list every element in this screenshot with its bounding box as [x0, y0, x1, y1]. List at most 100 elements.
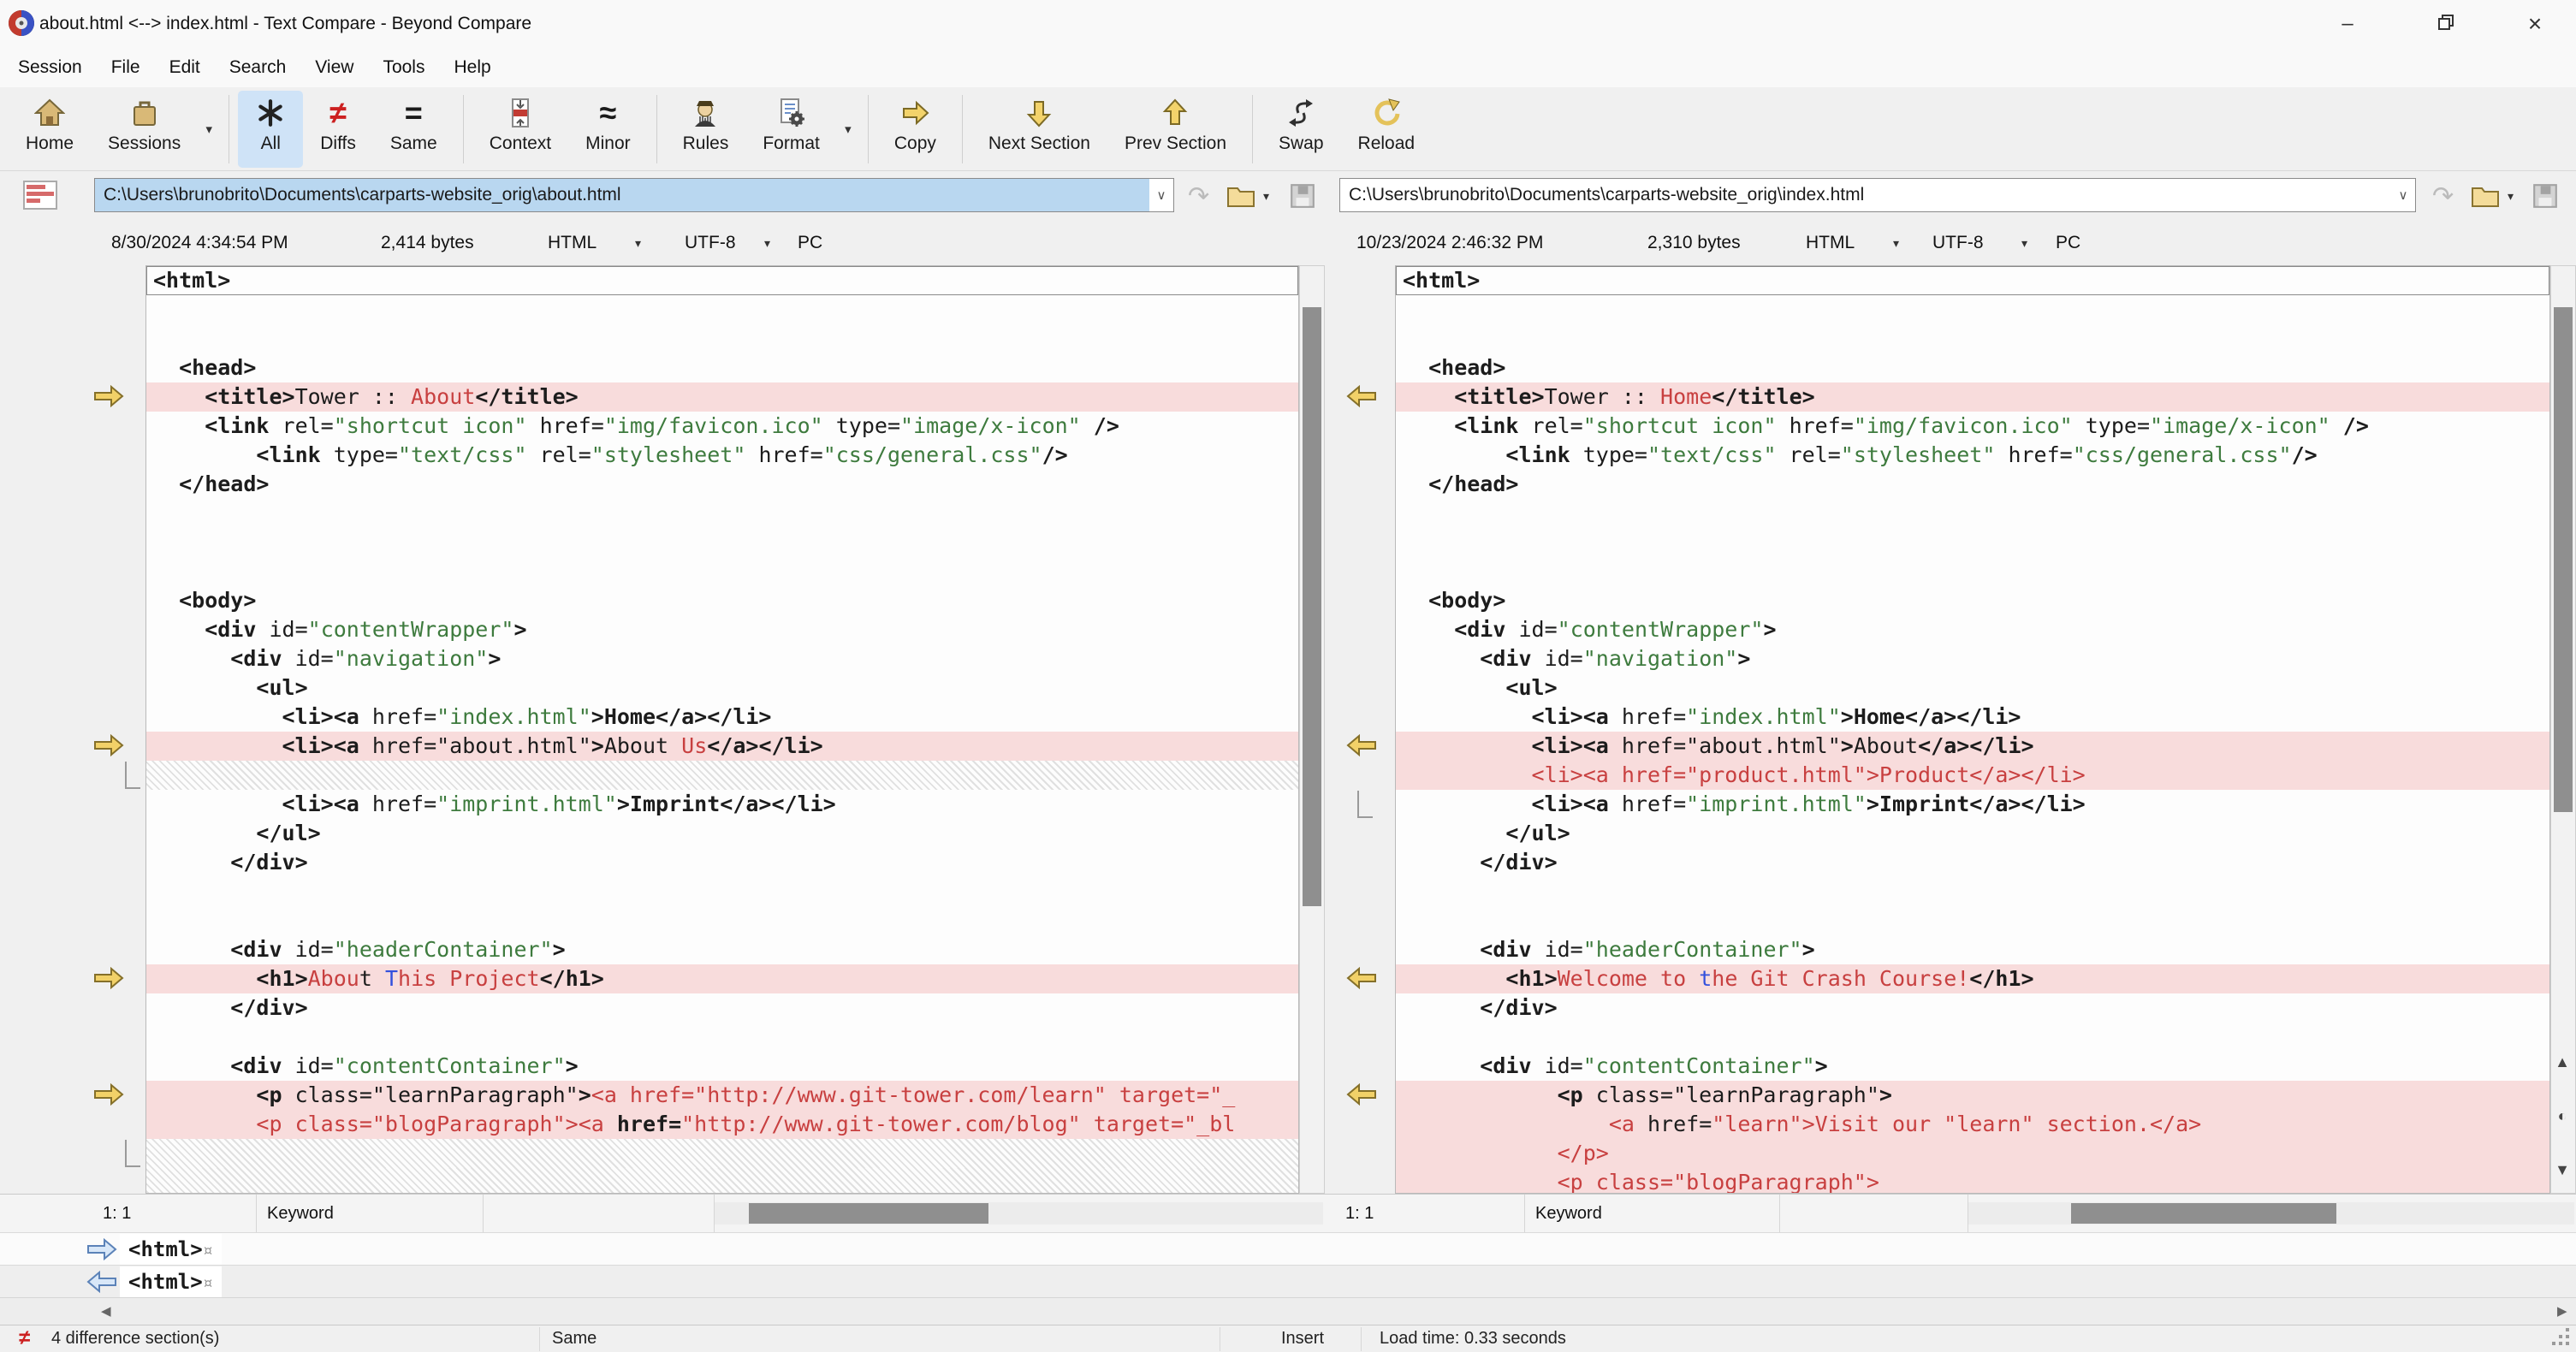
- inspector-horizontal-scrollbar[interactable]: ◀ ▶: [0, 1297, 2576, 1325]
- code-line[interactable]: <p class="learnParagraph">: [1396, 1081, 2549, 1110]
- code-line[interactable]: <p class="blogParagraph">: [1396, 1168, 2549, 1193]
- prev-diff-mark-icon[interactable]: ▲: [2551, 1053, 2573, 1071]
- code-line[interactable]: <html>: [146, 266, 1298, 295]
- menu-item-session[interactable]: Session: [3, 48, 97, 87]
- code-line[interactable]: [146, 877, 1298, 906]
- code-line[interactable]: <div id="headerContainer">: [1396, 935, 2549, 964]
- menu-item-edit[interactable]: Edit: [155, 48, 215, 87]
- toolbar-minor-button[interactable]: ≈ Minor: [568, 91, 648, 168]
- code-line[interactable]: <div id="contentContainer">: [146, 1052, 1298, 1081]
- toolbar-context-button[interactable]: Context: [472, 91, 568, 168]
- code-line[interactable]: </div>: [1396, 993, 2549, 1023]
- code-line[interactable]: <li><a href="imprint.html">Imprint</a></…: [1396, 790, 2549, 819]
- minimize-button[interactable]: –: [2306, 0, 2389, 48]
- right-code-pane[interactable]: <html> <head> <title>Tower :: Home</titl…: [1395, 265, 2550, 1194]
- code-line[interactable]: <li><a href="about.html">About Us</a></l…: [146, 732, 1298, 761]
- copy-to-left-arrow-icon[interactable]: [1345, 1082, 1378, 1110]
- resize-grip[interactable]: [2566, 1342, 2569, 1345]
- left-encoding-dropdown-icon[interactable]: ▾: [764, 221, 770, 265]
- copy-to-right-arrow-icon[interactable]: [92, 966, 125, 993]
- code-line[interactable]: </div>: [146, 848, 1298, 877]
- code-line[interactable]: [1396, 499, 2549, 528]
- right-path-dropdown-icon[interactable]: ∨: [2391, 187, 2415, 203]
- toolbar-format-dropdown-icon[interactable]: ▾: [837, 92, 859, 166]
- copy-to-right-arrow-icon[interactable]: [92, 1082, 125, 1110]
- code-line[interactable]: <ul>: [1396, 673, 2549, 703]
- code-line[interactable]: <li><a href="about.html">About</a></li>: [1396, 732, 2549, 761]
- code-line[interactable]: [146, 1168, 1298, 1193]
- left-path-dropdown-icon[interactable]: ∨: [1149, 187, 1173, 203]
- right-encoding-select[interactable]: UTF-8: [1932, 221, 1984, 265]
- menu-item-tools[interactable]: Tools: [368, 48, 439, 87]
- code-line[interactable]: [146, 1023, 1298, 1052]
- code-line[interactable]: <head>: [146, 353, 1298, 382]
- code-line[interactable]: </div>: [1396, 848, 2549, 877]
- left-code-pane[interactable]: <html> <head> <title>Tower :: About</tit…: [145, 265, 1299, 1194]
- copy-to-left-arrow-icon[interactable]: [1345, 384, 1378, 412]
- code-line[interactable]: [146, 761, 1298, 790]
- left-open-parent-icon[interactable]: ↷: [1188, 181, 1209, 211]
- left-format-select[interactable]: HTML: [548, 221, 597, 265]
- code-line[interactable]: [146, 1139, 1298, 1168]
- right-path-combo[interactable]: C:\Users\brunobrito\Documents\carparts-w…: [1339, 178, 2416, 212]
- toolbar-sessions-button[interactable]: Sessions: [91, 91, 198, 168]
- right-save-icon[interactable]: [2531, 181, 2559, 211]
- toolbar-sessions-dropdown-icon[interactable]: ▾: [198, 92, 220, 166]
- code-line[interactable]: [146, 557, 1298, 586]
- left-hscroll-thumb[interactable]: [749, 1203, 988, 1224]
- code-line[interactable]: <h1>Welcome to the Git Crash Course!</h1…: [1396, 964, 2549, 993]
- code-line[interactable]: </ul>: [146, 819, 1298, 848]
- code-line[interactable]: <p class="learnParagraph"><a href="http:…: [146, 1081, 1298, 1110]
- menu-item-file[interactable]: File: [97, 48, 155, 87]
- toolbar-diffs-button[interactable]: ≠ Diffs: [303, 91, 373, 168]
- code-line[interactable]: [146, 324, 1298, 353]
- right-horizontal-scrollbar[interactable]: [1968, 1202, 2574, 1225]
- left-encoding-select[interactable]: UTF-8: [685, 221, 736, 265]
- code-line[interactable]: <title>Tower :: About</title>: [146, 382, 1298, 412]
- next-diff-mark-icon[interactable]: ▼: [2551, 1161, 2573, 1179]
- code-line[interactable]: <ul>: [146, 673, 1298, 703]
- copy-to-left-arrow-icon[interactable]: [1345, 733, 1378, 761]
- code-line[interactable]: [1396, 295, 2549, 324]
- toolbar-prev-section-button[interactable]: Prev Section: [1107, 91, 1243, 168]
- left-horizontal-scrollbar[interactable]: [715, 1202, 1323, 1225]
- code-line[interactable]: [1396, 906, 2549, 935]
- copy-to-right-arrow-icon[interactable]: [92, 733, 125, 761]
- code-line[interactable]: [1396, 1023, 2549, 1052]
- left-browse-dropdown-icon[interactable]: ▾: [1263, 181, 1269, 211]
- toolbar-home-button[interactable]: Home: [9, 91, 91, 168]
- scroll-left-icon[interactable]: ◀: [101, 1298, 111, 1325]
- code-line[interactable]: <p class="blogParagraph"><a href="http:/…: [146, 1110, 1298, 1139]
- close-button[interactable]: ×: [2494, 0, 2576, 48]
- code-line[interactable]: <li><a href="index.html">Home</a></li>: [1396, 703, 2549, 732]
- restore-button[interactable]: [2405, 0, 2487, 48]
- code-line[interactable]: <link type="text/css" rel="stylesheet" h…: [146, 441, 1298, 470]
- code-line[interactable]: <body>: [146, 586, 1298, 615]
- right-browse-folder-icon[interactable]: [2470, 181, 2501, 211]
- code-line[interactable]: </ul>: [1396, 819, 2549, 848]
- code-line[interactable]: <div id="navigation">: [1396, 644, 2549, 673]
- code-line[interactable]: <link rel="shortcut icon" href="img/favi…: [146, 412, 1298, 441]
- code-line[interactable]: [1396, 557, 2549, 586]
- code-line[interactable]: <div id="contentWrapper">: [146, 615, 1298, 644]
- right-hscroll-thumb[interactable]: [2071, 1203, 2336, 1224]
- code-line[interactable]: <div id="navigation">: [146, 644, 1298, 673]
- code-line[interactable]: <div id="contentWrapper">: [1396, 615, 2549, 644]
- right-format-select[interactable]: HTML: [1806, 221, 1855, 265]
- menu-item-view[interactable]: View: [300, 48, 368, 87]
- menu-item-help[interactable]: Help: [439, 48, 505, 87]
- code-line[interactable]: <div id="contentContainer">: [1396, 1052, 2549, 1081]
- menu-item-search[interactable]: Search: [215, 48, 301, 87]
- code-line[interactable]: <link type="text/css" rel="stylesheet" h…: [1396, 441, 2549, 470]
- code-line[interactable]: </div>: [146, 993, 1298, 1023]
- code-line[interactable]: <a href="learn">Visit our "learn" sectio…: [1396, 1110, 2549, 1139]
- left-format-dropdown-icon[interactable]: ▾: [635, 221, 641, 265]
- toolbar-format-button[interactable]: Format: [745, 91, 837, 168]
- toolbar-rules-button[interactable]: Rules: [666, 91, 746, 168]
- code-line[interactable]: <head>: [1396, 353, 2549, 382]
- toolbar-swap-button[interactable]: Swap: [1261, 91, 1341, 168]
- copy-to-left-arrow-icon[interactable]: [1345, 966, 1378, 993]
- code-line[interactable]: [146, 295, 1298, 324]
- code-line[interactable]: [146, 906, 1298, 935]
- right-vscroll-thumb[interactable]: [2554, 307, 2573, 812]
